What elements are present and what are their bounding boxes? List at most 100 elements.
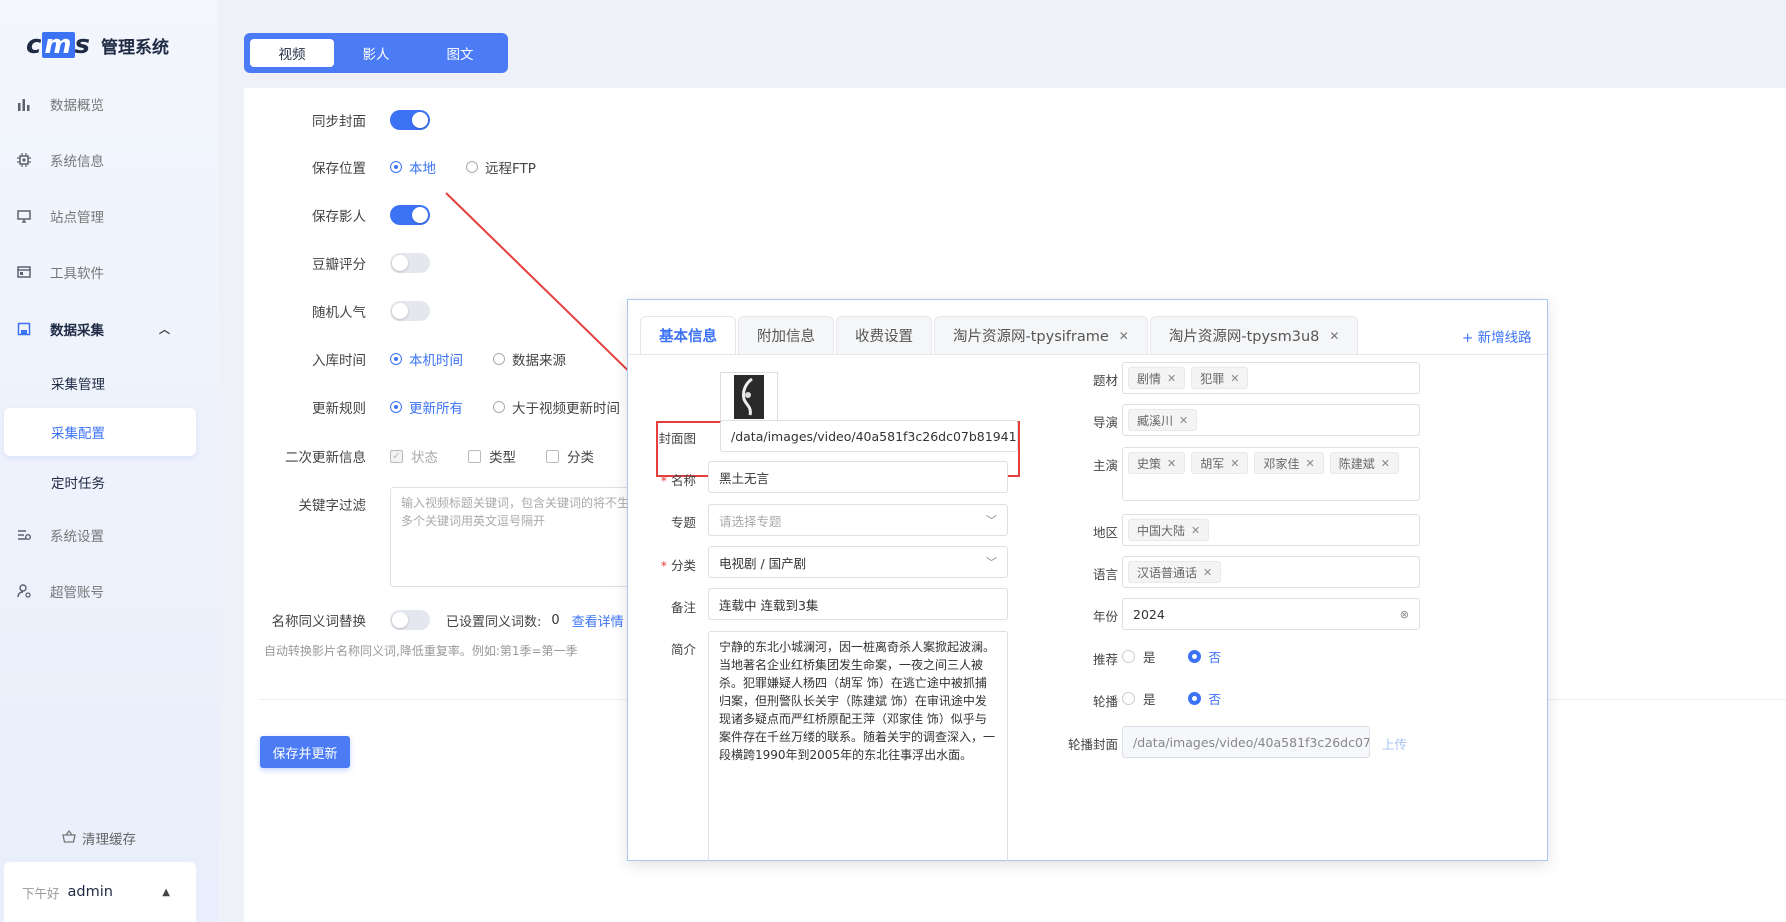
- field-label: 随机人气: [312, 305, 366, 321]
- field-label: 推荐: [1092, 652, 1118, 667]
- close-icon[interactable]: ✕: [1119, 329, 1129, 343]
- category-select[interactable]: 电视剧 / 国产剧 ﹀: [708, 546, 1008, 578]
- form-row-second-update: 二次更新信息 ✓ 状态 类型 分类: [244, 444, 594, 468]
- sidebar-item-system-info[interactable]: 系统信息: [0, 140, 218, 180]
- tab-article[interactable]: 图文: [418, 39, 502, 67]
- tab-actor[interactable]: 影人: [334, 39, 418, 67]
- clear-cache-button[interactable]: 清理缓存: [62, 828, 136, 848]
- director-tags-input[interactable]: 臧溪川 ✕: [1122, 404, 1420, 436]
- greeting: 下午好: [22, 885, 60, 901]
- radio-local[interactable]: 本地: [390, 157, 436, 177]
- tab-video[interactable]: 视频: [250, 39, 334, 67]
- radio-recommend-yes[interactable]: 是: [1122, 647, 1156, 666]
- synonym-switch[interactable]: [390, 610, 430, 630]
- check-status[interactable]: ✓ 状态: [390, 446, 438, 466]
- language-tags-input[interactable]: 汉语普通话 ✕: [1122, 556, 1420, 588]
- field-label: 备注: [670, 600, 696, 615]
- sidebar-item-data-collect[interactable]: 数据采集 ︿: [0, 309, 218, 349]
- field-label: 导演: [1092, 415, 1118, 430]
- close-icon[interactable]: ✕: [1191, 524, 1200, 537]
- radio-update-all[interactable]: 更新所有: [390, 397, 463, 417]
- sidebar-subitem-collect-manage[interactable]: 采集管理: [4, 359, 196, 407]
- name-input[interactable]: 黑土无言: [708, 461, 1008, 493]
- radio-recommend-no[interactable]: 否: [1187, 647, 1221, 666]
- sidebar-item-tools[interactable]: 工具软件: [0, 252, 218, 292]
- genre-tags-input[interactable]: 剧情 ✕ 犯罪 ✕: [1122, 362, 1420, 394]
- upload-button[interactable]: 上传: [1382, 734, 1407, 753]
- save-actor-switch[interactable]: [390, 205, 430, 225]
- chip-icon: [16, 152, 32, 168]
- carousel-cover-input[interactable]: /data/images/video/40a581f3c26dc07b81941: [1122, 726, 1370, 758]
- app-logo: cms 管理系统: [26, 32, 169, 58]
- sidebar-subitem-scheduled-task[interactable]: 定时任务: [4, 458, 196, 506]
- save-and-update-button[interactable]: 保存并更新: [260, 736, 350, 768]
- video-edit-popup: 基本信息 附加信息 收费设置 淘片资源网-tpysiframe ✕ 淘片资源网-t…: [627, 299, 1548, 861]
- radio-data-source[interactable]: 数据来源: [493, 349, 566, 369]
- user-menu[interactable]: 下午好 admin ▲: [4, 862, 196, 922]
- field-label: 语言: [1092, 567, 1118, 582]
- radio-carousel-yes[interactable]: 是: [1122, 689, 1156, 708]
- synonym-count: 0: [551, 612, 560, 628]
- tab-extra-info[interactable]: 附加信息: [738, 316, 834, 354]
- sidebar-item-system-settings[interactable]: 系统设置: [0, 515, 218, 555]
- douban-switch[interactable]: [390, 253, 430, 273]
- settings-list-icon: [16, 527, 32, 543]
- field-label: 简介: [670, 642, 696, 657]
- close-icon[interactable]: ✕: [1305, 457, 1314, 470]
- chevron-up-icon: ︿: [159, 323, 170, 336]
- form-row-douban: 豆瓣评分: [244, 251, 430, 275]
- close-icon[interactable]: ✕: [1230, 457, 1239, 470]
- keyword-filter-textarea[interactable]: 输入视频标题关键词，包含关键词的将不生 多个关键词用英文逗号隔开: [390, 487, 636, 587]
- tab-fee-settings[interactable]: 收费设置: [836, 316, 932, 354]
- close-icon[interactable]: ✕: [1167, 457, 1176, 470]
- tag: 陈建斌 ✕: [1329, 452, 1399, 474]
- sidebar-item-label: 数据采集: [50, 323, 104, 339]
- tab-basic-info[interactable]: 基本信息: [640, 316, 736, 354]
- sidebar-item-admin-account[interactable]: 超管账号: [0, 571, 218, 611]
- add-line-button[interactable]: + 新增线路: [1462, 326, 1532, 346]
- random-pop-switch[interactable]: [390, 301, 430, 321]
- sidebar-item-site-manage[interactable]: 站点管理: [0, 196, 218, 236]
- close-icon[interactable]: ✕: [1329, 329, 1339, 343]
- clear-circle-icon[interactable]: ⊗: [1400, 608, 1409, 621]
- cover-path-input[interactable]: /data/images/video/40a581f3c26dc07b81941…: [720, 420, 1018, 452]
- tag: 臧溪川 ✕: [1128, 409, 1198, 431]
- radio-carousel-no[interactable]: 否: [1187, 689, 1221, 708]
- radio-update-newer[interactable]: 大于视频更新时间: [493, 397, 620, 417]
- monitor-icon: [16, 208, 32, 224]
- sync-cover-switch[interactable]: [390, 110, 430, 130]
- remark-input[interactable]: 连载中 连载到3集: [708, 588, 1008, 620]
- year-picker[interactable]: 2024 ⊗: [1122, 598, 1420, 630]
- field-label: 年份: [1092, 609, 1118, 624]
- close-icon[interactable]: ✕: [1203, 566, 1212, 579]
- tab-source-m3u8[interactable]: 淘片资源网-tpysm3u8 ✕: [1149, 316, 1359, 354]
- field-label: 封面图: [658, 431, 696, 446]
- bar-chart-icon: [16, 96, 32, 112]
- close-icon[interactable]: ✕: [1230, 372, 1239, 385]
- actor-tags-input[interactable]: 史策 ✕ 胡军 ✕ 邓家佳 ✕ 陈建斌 ✕: [1122, 447, 1420, 501]
- radio-remote-ftp[interactable]: 远程FTP: [466, 157, 536, 177]
- intro-textarea[interactable]: 宁静的东北小城澜河，因一桩离奇杀人案掀起波澜。当地著名企业红桥集团发生命案，一夜…: [708, 631, 1008, 861]
- cover-thumbnail[interactable]: [720, 372, 778, 422]
- sidebar-item-overview[interactable]: 数据概览: [0, 84, 218, 124]
- form-row-synonym: 名称同义词替换 已设置同义词数: 0 查看详情: [244, 608, 624, 632]
- radio-local-time[interactable]: 本机时间: [390, 349, 463, 369]
- sidebar-subitem-collect-config[interactable]: 采集配置: [4, 408, 196, 456]
- tab-source-iframe[interactable]: 淘片资源网-tpysiframe ✕: [934, 316, 1148, 354]
- field-label: 关键字过滤: [298, 498, 367, 514]
- check-type[interactable]: 类型: [468, 446, 516, 466]
- topic-select[interactable]: 请选择专题 ﹀: [708, 504, 1008, 536]
- synonym-view-link[interactable]: 查看详情: [572, 611, 624, 630]
- field-label: 保存位置: [312, 161, 366, 177]
- field-label: 保存影人: [312, 209, 366, 225]
- sidebar-item-label: 数据概览: [50, 98, 104, 114]
- chevron-down-icon: ﹀: [986, 556, 997, 569]
- close-icon[interactable]: ✕: [1179, 414, 1188, 427]
- keyword-placeholder-line: 输入视频标题关键词，包含关键词的将不生: [401, 496, 630, 510]
- region-tags-input[interactable]: 中国大陆 ✕: [1122, 514, 1420, 546]
- tag: 中国大陆 ✕: [1128, 519, 1210, 541]
- close-icon[interactable]: ✕: [1167, 372, 1176, 385]
- field-label: 名称同义词替换: [271, 614, 367, 630]
- close-icon[interactable]: ✕: [1381, 457, 1390, 470]
- check-category[interactable]: 分类: [546, 446, 594, 466]
